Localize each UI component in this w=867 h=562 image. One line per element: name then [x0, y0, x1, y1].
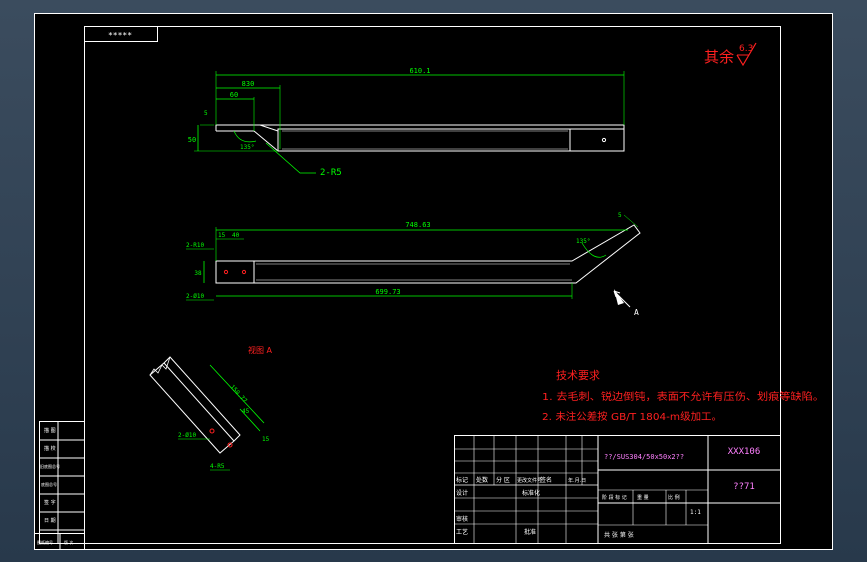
view1-hole — [601, 137, 607, 143]
view2-dim-h: 38 — [194, 270, 202, 277]
view2-end — [215, 260, 255, 284]
view1-dim-a: 830 — [242, 80, 255, 88]
stage-header-1: 重 量 — [637, 494, 649, 501]
detail-title: 视图 A — [248, 345, 273, 355]
cad-viewport: ***** 其余 6.3 610.1 830 60 50 5 135° 2-R5… — [0, 0, 867, 562]
title-row-design: 设计 — [456, 489, 468, 497]
detail-radius-note: 4-R5 — [210, 463, 225, 470]
view1-dim-t: 5 — [204, 110, 208, 117]
inner-frame — [84, 26, 781, 544]
view-arrow-label: A — [634, 308, 639, 317]
view1-dim-b: 60 — [230, 91, 238, 99]
outer-border — [34, 13, 833, 550]
tech-requirements: 技术要求 1. 去毛刺、锐边倒钝，表面不允许有压伤、划痕等缺陷。 2. 未注公差… — [542, 369, 824, 423]
title-row-review: 审核 — [456, 515, 468, 523]
view2-dim-40: 40 — [232, 232, 240, 239]
view2-dim-15: 15 — [218, 232, 226, 239]
view2-hole-note-top: 2-R10 — [186, 242, 204, 249]
view2-body — [253, 224, 641, 284]
left-strip-bottom-0: 图纸编号 — [37, 539, 53, 545]
tech-item-2: 2. 未注公差按 GB/T 1804-m级加工。 — [542, 410, 722, 423]
view-2: 748.63 699.73 15 40 38 2-R10 2-Ø10 135° … — [186, 212, 641, 317]
view2-dim-top: 748.63 — [405, 221, 430, 229]
left-strip-label-1: 描 校 — [44, 445, 56, 452]
view1-body — [277, 128, 625, 152]
view1-dim-h: 50 — [188, 136, 196, 144]
tech-title: 技术要求 — [556, 369, 600, 382]
detail-dim-15: 15 — [262, 436, 270, 443]
title-design-col: 标准化 — [522, 489, 540, 497]
title-header-1: 处数 — [476, 476, 488, 484]
detail-hole-1 — [209, 428, 215, 434]
view-1: 610.1 830 60 50 5 135° 2-R5 — [188, 67, 625, 178]
title-header-2: 分 区 — [496, 476, 510, 484]
left-strip-label-3: 底图总号 — [41, 481, 57, 487]
left-strip-label-4: 签 字 — [44, 499, 56, 506]
title-header-0: 标记 — [456, 476, 468, 484]
title-part-name: ??71 — [733, 482, 755, 492]
view1-radius-note: 2-R5 — [320, 168, 342, 178]
title-sheet-info: 共 张 第 张 — [604, 531, 634, 539]
left-strip-label-5: 日 期 — [44, 518, 56, 524]
stage-header-2: 比 例 — [668, 494, 680, 501]
title-approve: 批准 — [524, 528, 536, 536]
left-strip-label-2: 旧底图总号 — [40, 463, 60, 469]
corner-label: ***** — [108, 31, 132, 40]
surface-finish-value: 6.3 — [739, 44, 753, 54]
cad-drawing: ***** 其余 6.3 610.1 830 60 50 5 135° 2-R5… — [34, 13, 833, 550]
detail-view: 视图 A 150.77 45 15 2-Ø10 4-R5 — [149, 345, 273, 471]
left-strip-label-0: 描 图 — [44, 427, 56, 434]
title-header-3: 更改文件号 — [517, 477, 542, 484]
view1-angle: 135° — [240, 144, 254, 151]
title-header-5: 年.月.日 — [568, 477, 586, 484]
view1-dim-total: 610.1 — [409, 67, 430, 75]
title-material: ??/SUS304/50x50x2?? — [604, 453, 684, 461]
tech-item-1: 1. 去毛刺、锐边倒钝，表面不允许有压伤、划痕等缺陷。 — [542, 390, 824, 403]
detail-hole-note: 2-Ø10 — [178, 432, 196, 439]
detail-dim-long: 150.77 — [229, 384, 249, 405]
view2-angle: 135° — [576, 238, 590, 245]
view2-hole-1 — [223, 269, 229, 275]
view2-dim-5: 5 — [618, 212, 622, 219]
view2-hole-note-bottom: 2-Ø10 — [186, 293, 204, 300]
view2-hole-2 — [241, 269, 247, 275]
title-row-process: 工艺 — [456, 528, 468, 536]
stage-header-0: 阶 段 标 记 — [602, 494, 627, 501]
detail-dim-45: 45 — [242, 408, 250, 415]
left-strip-bottom-1: 版 次 — [64, 539, 73, 545]
view2-dim-bottom: 699.73 — [375, 288, 400, 296]
title-header-4: 签名 — [540, 476, 552, 484]
drawing-sheet: ***** 其余 6.3 610.1 830 60 50 5 135° 2-R5… — [34, 13, 833, 550]
surface-finish-text: 其余 — [704, 48, 734, 66]
title-drawing-code: XXX106 — [728, 447, 761, 457]
title-scale: 1:1 — [690, 509, 701, 516]
